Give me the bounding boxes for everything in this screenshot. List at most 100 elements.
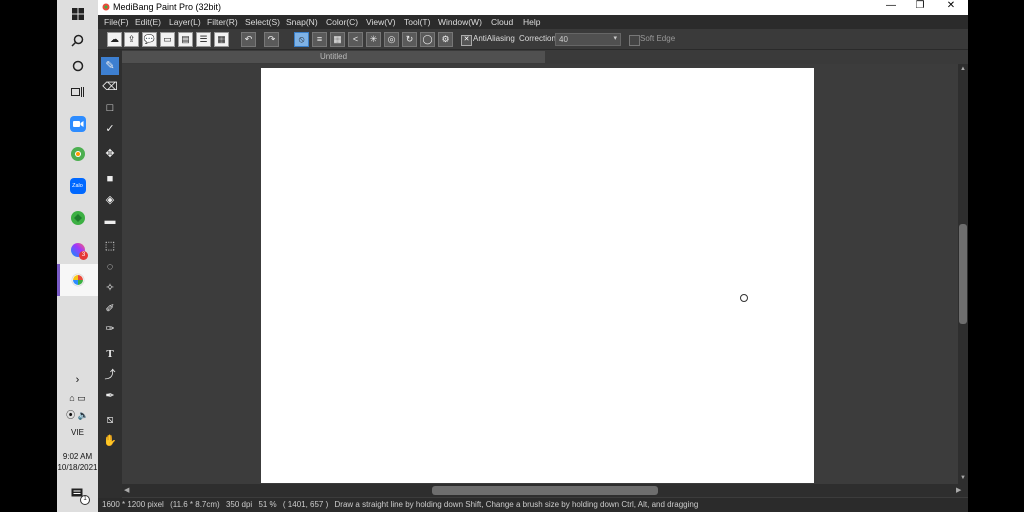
vanishing-point-snap-icon[interactable]: < xyxy=(348,32,363,47)
status-size-pixel: 1600 * 1200 pixel xyxy=(102,500,164,509)
operation-tool-icon[interactable]: ⤴ xyxy=(101,366,119,384)
drawing-canvas[interactable] xyxy=(261,68,814,483)
antialiasing-checkbox[interactable]: ✕ xyxy=(461,35,472,46)
menu-view[interactable]: View(V) xyxy=(366,15,396,29)
tool-palette: ✎ ⌫ □ ✓ ✥ ■ ◈ ▬ ⬚ ◌ ✧ ✐ ✑ T ⤴ ✒ ⧅ ✋ xyxy=(98,50,122,498)
scroll-right-icon[interactable]: ▶ xyxy=(956,486,961,494)
divide-tool-icon[interactable]: ⧅ xyxy=(101,411,119,429)
chevron-down-icon: ▾ xyxy=(613,35,617,42)
vertical-scrollbar[interactable]: ▲ ▼ xyxy=(958,64,968,484)
correction-value: 40 xyxy=(559,35,568,44)
windows-start-icon[interactable] xyxy=(57,0,98,28)
chrome-like-app-icon[interactable] xyxy=(57,140,98,168)
circle-snap-icon[interactable]: ◎ xyxy=(384,32,399,47)
status-bar: 1600 * 1200 pixel (11.6 * 8.7cm) 350 dpi… xyxy=(98,498,968,512)
green-app-icon[interactable] xyxy=(57,204,98,232)
task-view-icon[interactable] xyxy=(57,78,98,106)
scroll-up-icon[interactable]: ▲ xyxy=(960,66,966,72)
page-icon[interactable]: ▤ xyxy=(178,32,193,47)
menu-layer[interactable]: Layer(L) xyxy=(169,15,201,29)
menu-window[interactable]: Window(W) xyxy=(438,15,482,29)
language-indicator[interactable]: VIE xyxy=(57,428,98,438)
horizontal-scrollbar[interactable]: ◀ ▶ xyxy=(122,484,968,497)
menu-tool[interactable]: Tool(T) xyxy=(404,15,430,29)
menu-filter[interactable]: Filter(R) xyxy=(207,15,238,29)
status-dpi: 350 dpi xyxy=(225,500,253,509)
soft-edge-label: Soft Edge xyxy=(640,34,676,43)
cross-snap-icon[interactable]: ▦ xyxy=(330,32,345,47)
menu-file[interactable]: File(F) xyxy=(104,15,129,29)
clock-time[interactable]: 9:02 AM xyxy=(57,452,98,462)
upload-icon[interactable]: ⇪ xyxy=(124,32,139,47)
menu-cloud[interactable]: Cloud xyxy=(491,15,513,29)
network-volume-icon[interactable]: ⦿ 🔈 xyxy=(57,400,98,428)
window-title: MediBang Paint Pro (32bit) xyxy=(113,2,222,12)
zalo-app-icon[interactable]: Zalo xyxy=(57,172,98,200)
cloud-icon[interactable]: ☁ xyxy=(107,32,122,47)
notification-icon[interactable]: 1 xyxy=(57,480,98,508)
notification-badge: 1 xyxy=(80,495,90,505)
select-tool-icon[interactable]: ⬚ xyxy=(101,237,119,255)
zoom-app-icon[interactable] xyxy=(57,110,98,138)
clock-date[interactable]: 10/18/2021 xyxy=(57,463,98,473)
lasso-tool-icon[interactable]: ◌ xyxy=(101,258,119,276)
menu-snap[interactable]: Snap(N) xyxy=(286,15,318,29)
ellipse-snap-icon[interactable]: ◯ xyxy=(420,32,435,47)
redo-icon[interactable]: ↷ xyxy=(264,32,279,47)
parallel-snap-icon[interactable]: ≡ xyxy=(312,32,327,47)
bucket-tool-icon[interactable]: ◈ xyxy=(101,191,119,209)
list-icon[interactable]: ☰ xyxy=(196,32,211,47)
radial-snap-icon[interactable]: ✳ xyxy=(366,32,381,47)
comment-icon[interactable]: ▭ xyxy=(160,32,175,47)
restore-button[interactable]: ❐ xyxy=(913,0,927,11)
move-tool-icon[interactable]: ✥ xyxy=(101,145,119,163)
select-pen-icon[interactable]: ✐ xyxy=(101,300,119,318)
antialiasing-label: AntiAliasing xyxy=(473,34,515,43)
status-hint: Draw a straight line by holding down Shi… xyxy=(334,500,699,509)
cortana-icon[interactable] xyxy=(57,52,98,80)
status-zoom: 51 % xyxy=(258,500,277,509)
grid-icon[interactable]: ▦ xyxy=(214,32,229,47)
eyedropper-icon[interactable]: ✒ xyxy=(101,387,119,405)
scroll-left-icon[interactable]: ◀ xyxy=(124,486,129,494)
gradient-tool-icon[interactable]: ▬ xyxy=(101,212,119,230)
correction-select[interactable]: 40 ▾ xyxy=(555,33,621,46)
brush-tool-icon[interactable]: ✎ xyxy=(101,57,119,75)
status-cursor: ( 1401, 657 ) xyxy=(282,500,329,509)
text-tool-icon[interactable]: T xyxy=(101,345,119,363)
close-button[interactable]: ✕ xyxy=(944,0,958,11)
select-eraser-icon[interactable]: ✑ xyxy=(101,320,119,338)
document-tab-bar: Untitled xyxy=(122,50,968,64)
horizontal-scroll-thumb[interactable] xyxy=(432,486,658,495)
app-logo-icon xyxy=(102,3,110,13)
dot-tool-icon[interactable]: □ xyxy=(101,99,119,117)
minimize-button[interactable]: — xyxy=(884,0,898,11)
menu-select[interactable]: Select(S) xyxy=(245,15,280,29)
correction-brush-icon[interactable]: ✓ xyxy=(101,120,119,138)
menu-color[interactable]: Color(C) xyxy=(326,15,358,29)
status-size-cm: (11.6 * 8.7cm) xyxy=(170,500,220,509)
curve-snap-icon[interactable]: ↻ xyxy=(402,32,417,47)
document-tab[interactable]: Untitled xyxy=(122,51,545,63)
search-icon[interactable] xyxy=(57,26,98,54)
magic-wand-icon[interactable]: ✧ xyxy=(101,279,119,297)
medibang-app-icon xyxy=(71,273,85,292)
messenger-badge: 3 xyxy=(79,251,88,260)
soft-edge-checkbox[interactable] xyxy=(629,35,640,46)
medibang-app-active[interactable] xyxy=(57,264,98,296)
medibang-window: MediBang Paint Pro (32bit) — ❐ ✕ File(F)… xyxy=(98,0,968,512)
menu-edit[interactable]: Edit(E) xyxy=(135,15,161,29)
menu-help[interactable]: Help xyxy=(523,15,540,29)
scroll-down-icon[interactable]: ▼ xyxy=(960,475,966,481)
undo-icon[interactable]: ↶ xyxy=(241,32,256,47)
messenger-app-icon[interactable]: 3 xyxy=(57,236,98,264)
vertical-scroll-thumb[interactable] xyxy=(959,224,967,324)
eraser-tool-icon[interactable]: ⌫ xyxy=(101,78,119,96)
active-indicator xyxy=(57,264,60,296)
hand-tool-icon[interactable]: ✋ xyxy=(101,432,119,450)
speech-bubble-icon[interactable]: 💬 xyxy=(142,32,157,47)
snap-off-icon[interactable]: ⦸ xyxy=(294,32,309,47)
zalo-label: Zalo xyxy=(69,178,86,194)
snap-settings-icon[interactable]: ⚙ xyxy=(438,32,453,47)
shape-fill-icon[interactable]: ■ xyxy=(101,170,119,188)
